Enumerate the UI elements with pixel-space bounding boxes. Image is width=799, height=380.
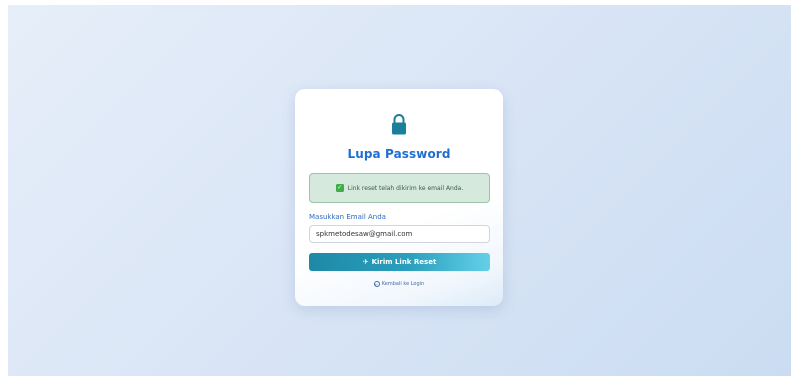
lock-icon	[392, 114, 406, 135]
success-alert: ✓ Link reset telah dikirim ke email Anda…	[309, 173, 490, 203]
send-reset-link-label: Kirim Link Reset	[371, 258, 437, 266]
page-title: Lupa Password	[347, 147, 451, 161]
back-arrow-icon: ←	[373, 281, 380, 287]
back-to-login-link[interactable]: ← Kembali ke Login	[295, 281, 503, 287]
send-icon: ✈	[362, 258, 369, 266]
page-background: Lupa Password ✓ Link reset telah dikirim…	[8, 5, 791, 376]
email-label: Masukkan Email Anda	[309, 213, 386, 221]
alert-message: Link reset telah dikirim ke email Anda.	[347, 184, 464, 192]
forgot-password-card: Lupa Password ✓ Link reset telah dikirim…	[295, 89, 503, 306]
email-field[interactable]	[309, 225, 490, 243]
back-to-login-label: Kembali ke Login	[381, 281, 425, 287]
check-icon: ✓	[335, 184, 344, 192]
send-reset-link-button[interactable]: ✈ Kirim Link Reset	[309, 253, 490, 271]
